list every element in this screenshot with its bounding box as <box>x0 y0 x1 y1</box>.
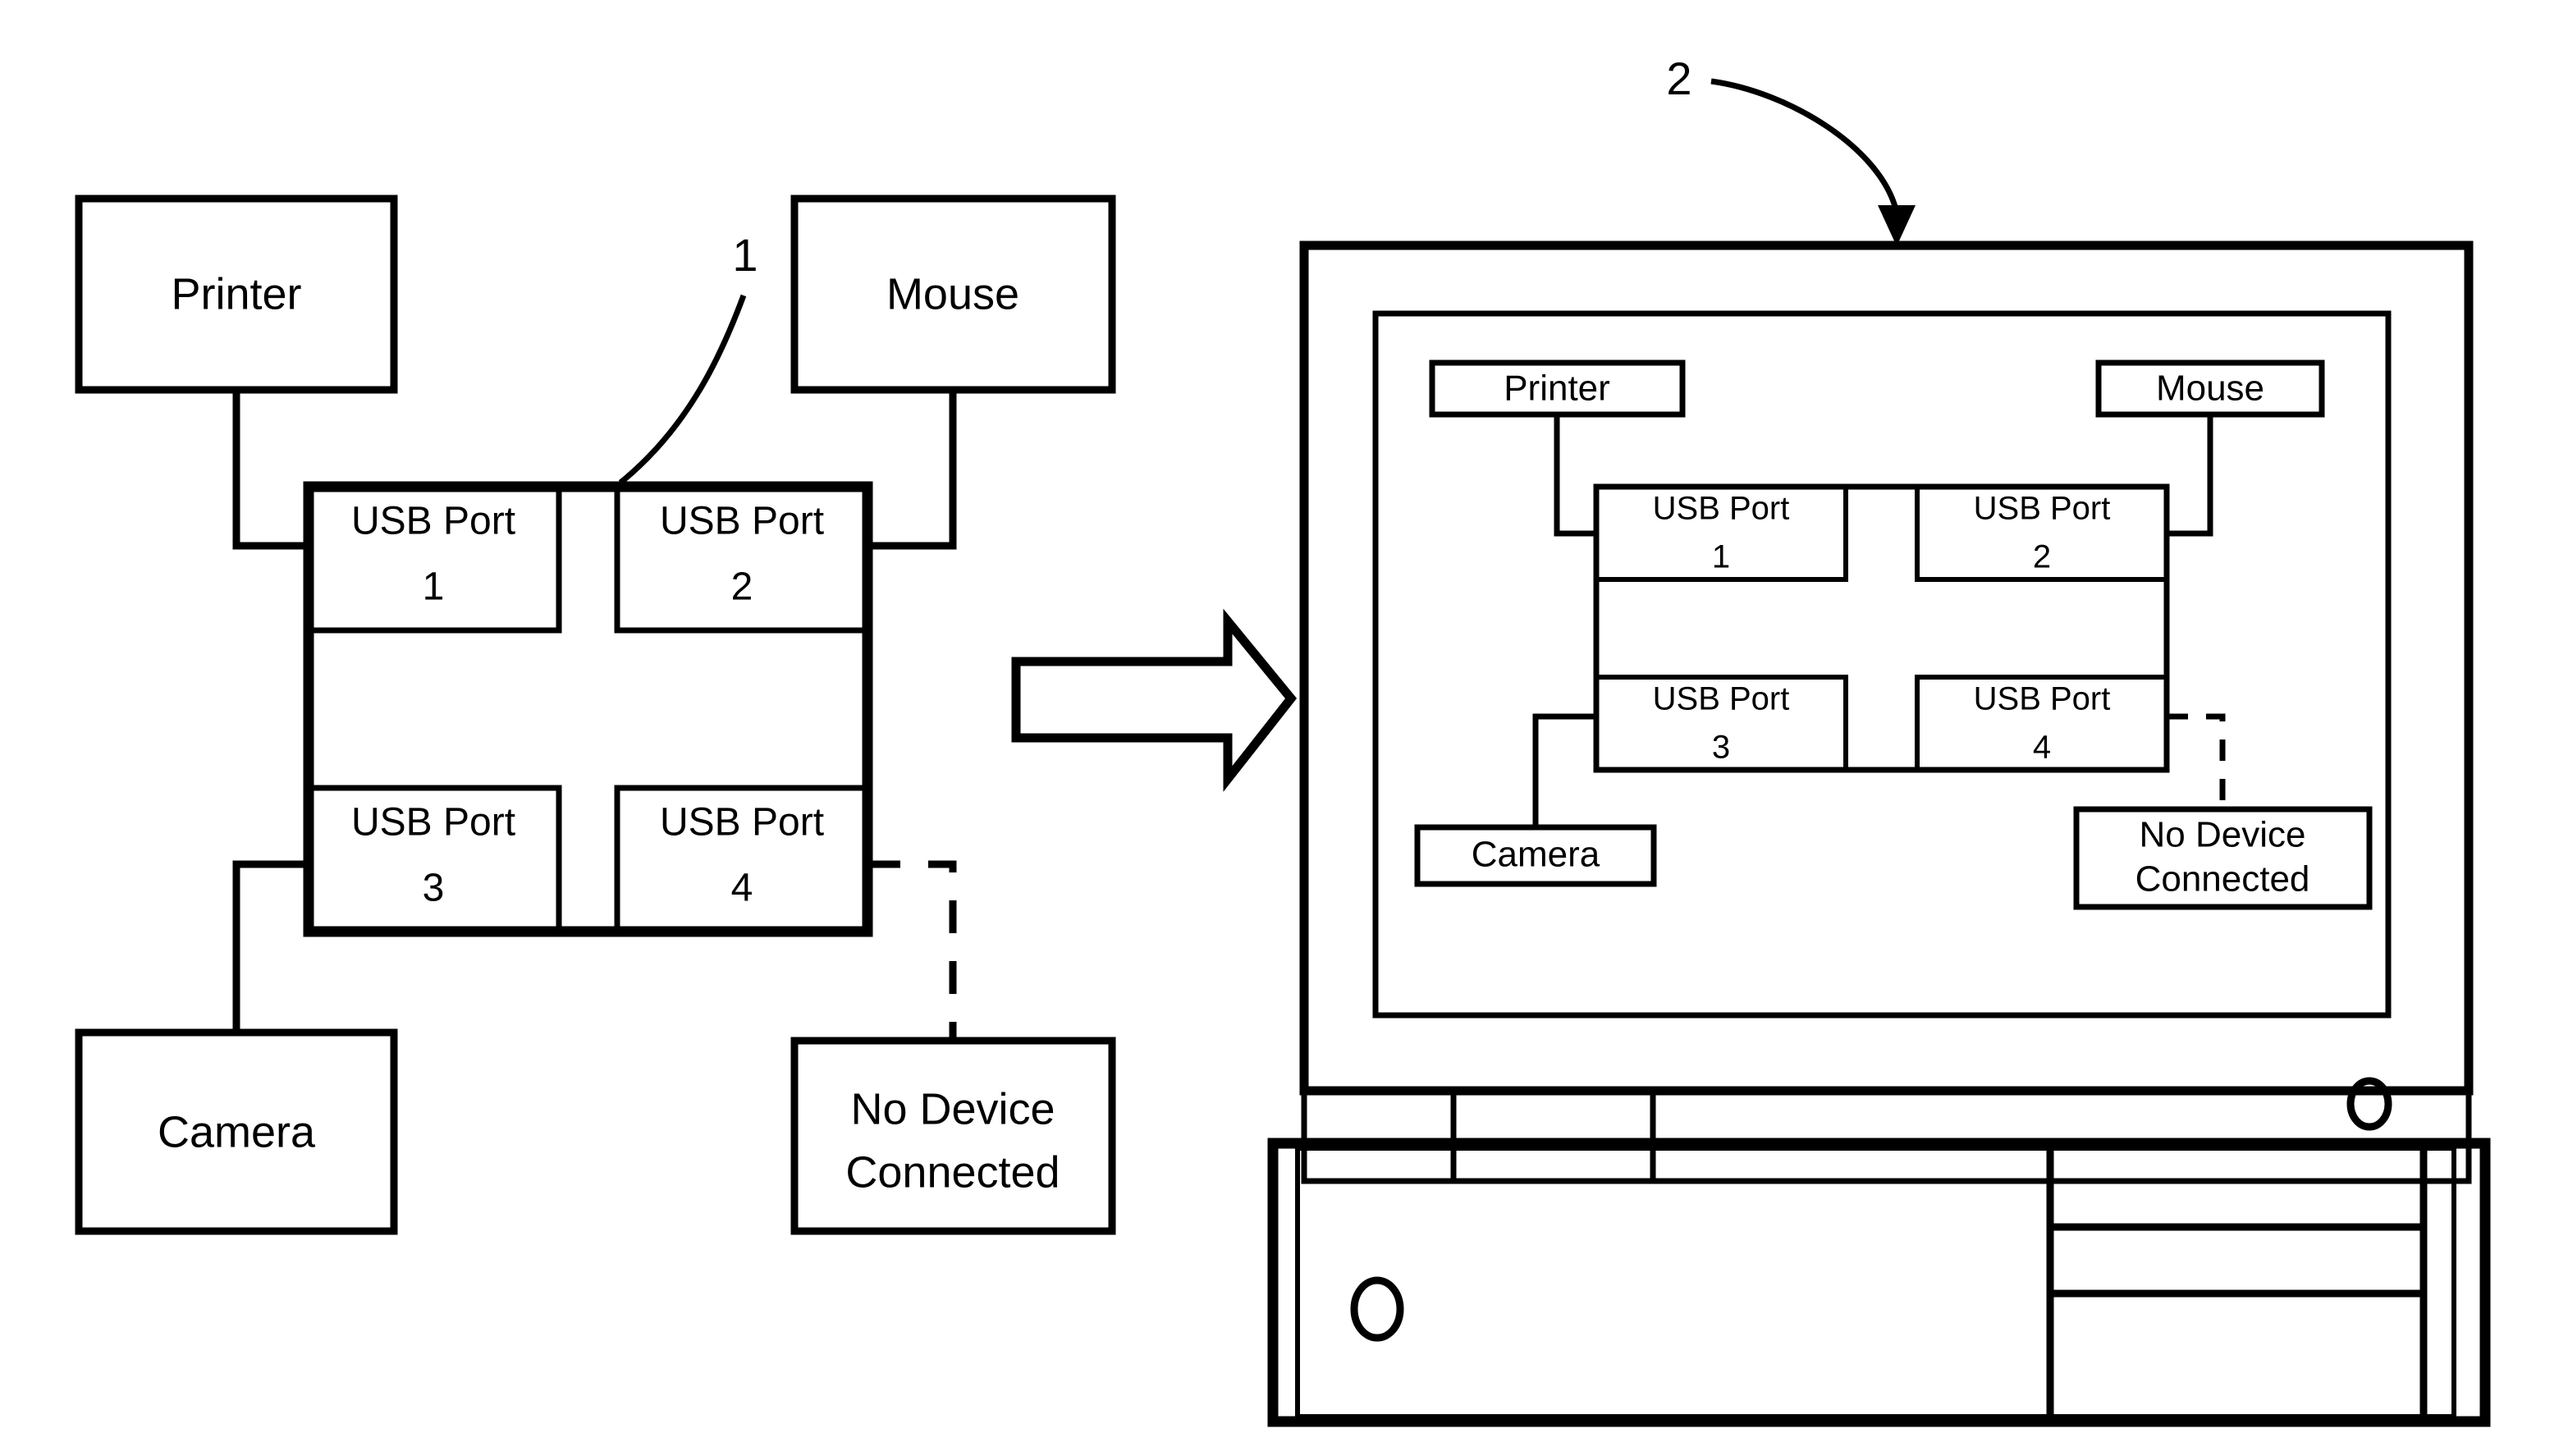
connector-printer-port1-screen <box>1554 414 1596 537</box>
usb-hub-enclosure-screen <box>1593 483 2170 773</box>
usb-port-2-left: USB Port 2 <box>614 483 871 634</box>
usb-port-1-left: USB Port 1 <box>305 483 562 634</box>
camera-box-left: Camera <box>75 1028 398 1235</box>
usb-port-3-left: USB Port 3 <box>305 785 562 935</box>
printer-label-screen: Printer <box>1504 369 1610 409</box>
camera-box-screen: Camera <box>1414 824 1657 887</box>
usb-port-4-label-line2: 4 <box>731 867 753 910</box>
usb-port-2-label-screen-line2: 2 <box>2033 539 2051 575</box>
camera-label-screen: Camera <box>1472 835 1600 875</box>
no-device-box-left: No Device Connected <box>790 1037 1116 1235</box>
no-device-label-screen-line2: Connected <box>2135 859 2310 900</box>
mouse-box-left: Mouse <box>790 195 1116 394</box>
tower-outer-shell <box>1267 1138 2491 1427</box>
usb-port-3-label-line2: 3 <box>423 867 445 910</box>
usb-port-2-label-line1: USB Port <box>660 500 824 543</box>
tower-front-panel <box>1295 1146 2456 1419</box>
control-strip-outline[interactable] <box>1301 1087 2472 1184</box>
monitor-outer-frame <box>1299 240 2474 1096</box>
transform-arrow <box>1011 608 1298 792</box>
usb-port-4-label-screen-line1: USB Port <box>1974 681 2111 717</box>
usb-port-3-label-screen-line2: 3 <box>1712 730 1730 766</box>
no-device-box-screen: No Device Connected <box>2073 806 2373 910</box>
connector-mouse-port2-screen <box>2167 414 2213 537</box>
connector-port4-no-device-screen <box>2167 713 2226 809</box>
screen-contents: Printer Mouse Camera No Device Connected <box>1414 359 2373 910</box>
block-arrow-right-icon <box>1011 608 1298 792</box>
printer-box-left: Printer <box>75 195 398 394</box>
usb-hub-enclosure <box>303 481 873 937</box>
callout-2-arrowhead-icon <box>1878 205 1916 246</box>
mouse-box-screen: Mouse <box>2095 359 2325 418</box>
callout-1-number: 1 <box>732 229 758 281</box>
no-device-label-screen-line1: No Device <box>2140 815 2306 855</box>
usb-port-4-label-screen-line2: 4 <box>2033 730 2051 766</box>
usb-port-1-label-line2: 1 <box>423 565 445 609</box>
computer-tower <box>1267 1138 2491 1427</box>
usb-port-3-screen: USB Port 3 <box>1594 675 1848 772</box>
no-device-label-line1: No Device <box>850 1084 1055 1133</box>
callout-2: 2 <box>1666 53 1916 246</box>
left-diagram: Printer Mouse Camera No Device Connected <box>75 195 1116 1235</box>
usb-port-3-label-screen-line1: USB Port <box>1653 681 1790 717</box>
no-device-box-outline <box>790 1037 1116 1235</box>
patent-figure: Printer Mouse Camera No Device Connected <box>0 0 2568 1456</box>
callout-2-number: 2 <box>1666 53 1691 104</box>
usb-port-4-label-line1: USB Port <box>660 801 824 845</box>
connector-printer-port1 <box>232 390 309 550</box>
usb-port-1-label-screen-line2: 1 <box>1712 539 1730 575</box>
tower-power-button-icon[interactable] <box>1350 1276 1404 1342</box>
figure-canvas: Printer Mouse Camera No Device Connected <box>75 53 2491 1427</box>
usb-port-2-label-screen-line1: USB Port <box>1974 491 2111 527</box>
usb-port-2-screen: USB Port 2 <box>1915 484 2169 582</box>
usb-port-4-screen: USB Port 4 <box>1915 675 2169 772</box>
callout-2-leader-line <box>1710 78 1899 210</box>
right-diagram: Printer Mouse Camera No Device Connected <box>1267 53 2491 1427</box>
monitor-control-strip <box>1301 1077 2472 1184</box>
mouse-label-screen: Mouse <box>2156 369 2264 409</box>
usb-port-4-left: USB Port 4 <box>614 785 871 935</box>
connector-camera-port3-screen <box>1532 713 1596 827</box>
connector-mouse-port2 <box>867 390 957 550</box>
usb-port-2-label-line2: 2 <box>731 565 753 609</box>
printer-box-screen: Printer <box>1429 359 1686 418</box>
printer-label: Printer <box>171 269 301 318</box>
usb-port-1-screen: USB Port 1 <box>1594 484 1848 582</box>
monitor-screen-area <box>1372 310 2392 1019</box>
callout-1-leader-line <box>618 294 747 485</box>
usb-port-1-label-line1: USB Port <box>351 500 515 543</box>
usb-port-3-label-line1: USB Port <box>351 801 515 845</box>
usb-port-1-label-screen-line1: USB Port <box>1653 491 1790 527</box>
mouse-label: Mouse <box>886 269 1019 318</box>
connector-port4-no-device <box>867 860 957 1041</box>
no-device-label-line2: Connected <box>845 1147 1060 1197</box>
connector-camera-port3 <box>232 860 309 1032</box>
camera-label: Camera <box>158 1107 316 1156</box>
